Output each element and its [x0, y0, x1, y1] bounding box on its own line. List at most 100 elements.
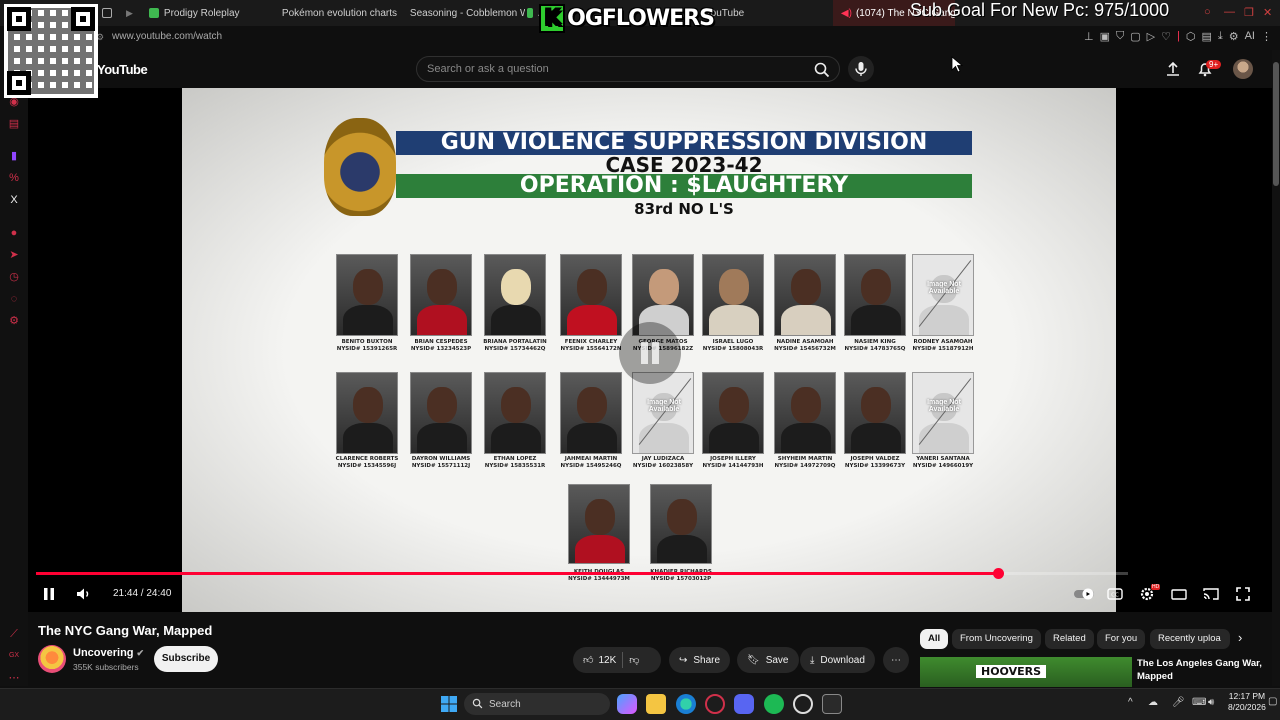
- tray-chevron-icon[interactable]: ^: [1128, 697, 1133, 708]
- minimize-icon[interactable]: —: [1224, 6, 1235, 18]
- chip-all[interactable]: All: [920, 629, 949, 649]
- tab-seasoning-cobblemon[interactable]: Seasoning - Cobblemon W: [397, 0, 525, 26]
- more-icon: ⋯: [891, 654, 901, 666]
- mugshot: [484, 372, 546, 454]
- recommended-thumbnail[interactable]: HOOVERS: [920, 657, 1132, 687]
- speaker-icon[interactable]: 🔊︎: [1208, 697, 1214, 708]
- sidebar-toggle-icon[interactable]: [102, 8, 112, 18]
- steam-icon[interactable]: [793, 694, 813, 714]
- mugshot-caption: YANERI SANTANA NYSID# 14966019Y: [904, 456, 982, 470]
- windows-start-icon[interactable]: [440, 695, 458, 713]
- chip-recently-uploaded[interactable]: Recently uploa: [1150, 629, 1230, 649]
- tab-search-icon[interactable]: ▢: [1130, 30, 1140, 43]
- download-button[interactable]: ⤓ Download: [800, 647, 875, 673]
- edge-icon[interactable]: [676, 694, 696, 714]
- chat-icon[interactable]: ◌: [8, 293, 20, 305]
- fullscreen-icon[interactable]: [1234, 585, 1252, 603]
- maximize-icon[interactable]: ❐: [1244, 6, 1254, 19]
- mugshot-head: [791, 269, 821, 305]
- app-icon[interactable]: [822, 694, 842, 714]
- download-label: Download: [820, 654, 865, 666]
- tab-prodigy-roleplay[interactable]: Prodigy Roleplay: [141, 0, 269, 26]
- onedrive-icon[interactable]: ☁: [1148, 697, 1158, 708]
- taskbar-search[interactable]: [464, 693, 610, 715]
- autoplay-toggle-icon[interactable]: [1073, 585, 1095, 603]
- gx-icon[interactable]: GX: [8, 650, 20, 662]
- search-icon[interactable]: [813, 61, 831, 79]
- mugshot-body: [709, 423, 759, 453]
- search-input[interactable]: Search or ask a question: [416, 56, 840, 82]
- mugshot-caption: NASIEM KING NYSID# 14783765Q: [836, 339, 914, 353]
- progress-bar[interactable]: [36, 568, 1128, 579]
- send-icon[interactable]: ➤: [8, 249, 20, 261]
- cast-icon[interactable]: [1202, 585, 1220, 603]
- menu-icon[interactable]: ⋮: [1261, 30, 1272, 43]
- pause-icon[interactable]: [40, 585, 58, 603]
- settings-icon[interactable]: ⚙: [8, 315, 20, 327]
- mugshot-caption: BRIAN CESPEDES NYSID# 13234523P: [402, 339, 480, 353]
- share-button[interactable]: ↪ Share: [669, 647, 731, 673]
- mugshot-caption: ETHAN LOPEZ NYSID# 15835531R: [476, 456, 554, 470]
- chip-related[interactable]: Related: [1045, 629, 1094, 649]
- notification-icon[interactable]: ▢: [1268, 696, 1277, 707]
- voice-search-button[interactable]: [848, 56, 874, 82]
- network-icon[interactable]: ⌨: [1192, 697, 1206, 708]
- ai-icon[interactable]: AI: [1245, 30, 1255, 43]
- more-actions-button[interactable]: ⋯: [883, 647, 909, 673]
- settings-icon[interactable]: ⚙: [1229, 30, 1239, 43]
- chevron-right-icon[interactable]: ›: [1238, 630, 1242, 645]
- sidebar-app-icon[interactable]: ▤: [8, 118, 20, 130]
- pin-icon[interactable]: ⊥: [1084, 30, 1094, 43]
- search-tabs-icon[interactable]: ○: [1204, 6, 1211, 18]
- heart-icon[interactable]: ♡: [1161, 30, 1171, 43]
- captions-icon[interactable]: CC: [1106, 585, 1124, 603]
- tab-icon[interactable]: ▤: [1201, 30, 1211, 43]
- forward-icon[interactable]: ▶: [126, 8, 133, 19]
- url-field[interactable]: www.youtube.com/watch: [112, 31, 222, 42]
- spotify-icon[interactable]: [764, 694, 784, 714]
- close-window-icon[interactable]: ✕: [1263, 6, 1272, 19]
- recommended-title[interactable]: The Los Angeles Gang War, Mapped: [1137, 657, 1267, 683]
- x-icon[interactable]: X: [8, 194, 20, 206]
- tab-label: Pokémon evolution charts: [281, 7, 397, 19]
- tab-label: Prodigy Roleplay: [163, 7, 240, 19]
- clock-icon[interactable]: ◷: [8, 271, 20, 283]
- shield-icon[interactable]: ⛉: [1116, 30, 1124, 43]
- screenshot-icon[interactable]: ▣: [1100, 30, 1110, 43]
- chip-for-you[interactable]: For you: [1097, 629, 1146, 649]
- play-icon[interactable]: ▷: [1147, 30, 1155, 43]
- mugshot-caption: DAYRON WILLIAMS NYSID# 15571112J: [402, 456, 480, 470]
- clock-date: 8/20/2026: [1228, 702, 1266, 712]
- subscribe-button[interactable]: Subscribe: [154, 646, 218, 672]
- download-icon[interactable]: ⤓: [1218, 30, 1223, 43]
- sidebar-app-icon[interactable]: ●: [8, 227, 20, 239]
- sidebar-app-icon[interactable]: %: [8, 172, 20, 184]
- account-avatar[interactable]: [1233, 59, 1253, 79]
- youtube-logo[interactable]: YouTube: [97, 62, 148, 77]
- microphone-icon[interactable]: 🎤︎: [1172, 697, 1185, 708]
- twitch-icon[interactable]: ▮: [8, 150, 20, 162]
- tab-pokemon-evolution[interactable]: Pokémon evolution charts: [269, 0, 397, 26]
- like-button[interactable]: 👍︎ 12K: [583, 654, 616, 667]
- volume-icon[interactable]: [74, 585, 92, 603]
- dislike-button[interactable]: 👎︎: [629, 654, 639, 666]
- sidebar-app-icon[interactable]: ⟋: [8, 628, 20, 640]
- copilot-icon[interactable]: [617, 694, 637, 714]
- file-explorer-icon[interactable]: [646, 694, 666, 714]
- channel-avatar[interactable]: [38, 645, 66, 673]
- more-icon[interactable]: ⋯: [8, 672, 20, 684]
- channel-name[interactable]: Uncovering ✔: [73, 647, 144, 659]
- extension-icon[interactable]: ⬡: [1186, 30, 1196, 43]
- opera-gx-icon[interactable]: [705, 694, 725, 714]
- chip-from-uncovering[interactable]: From Uncovering: [952, 629, 1041, 649]
- theater-mode-icon[interactable]: [1170, 585, 1188, 603]
- scrollbar-thumb[interactable]: [1273, 62, 1279, 186]
- mugshot-caption: BENITO BUXTON NYSID# 15391265R: [328, 339, 406, 353]
- progress-played: [36, 572, 999, 575]
- upload-icon[interactable]: [1164, 60, 1182, 78]
- paused-overlay-icon[interactable]: [619, 322, 681, 384]
- save-button[interactable]: 🔖︎ Save: [737, 647, 799, 673]
- taskbar-clock[interactable]: 12:17 PM 8/20/2026: [1228, 691, 1266, 713]
- discord-icon[interactable]: [734, 694, 754, 714]
- audio-playing-icon[interactable]: ◀): [841, 8, 852, 19]
